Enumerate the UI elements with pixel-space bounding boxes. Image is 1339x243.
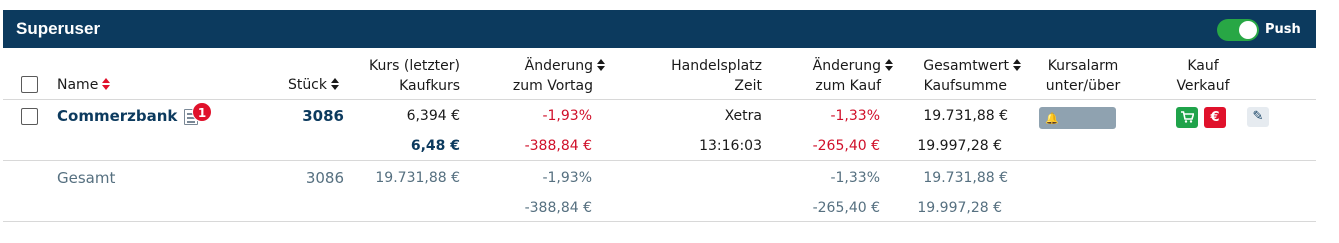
total-stueck: 3086: [305, 169, 344, 187]
row-aenderung-kauf-abs: -265,40 €: [812, 138, 880, 154]
panel-title: Superuser: [16, 19, 101, 38]
table-bottom-divider: [3, 221, 1316, 222]
kursalarm-button-label: einstellen: [1045, 133, 1114, 149]
news-count-badge: 1: [192, 102, 212, 122]
total-kurs: 19.731,88 €: [375, 170, 460, 186]
column-header-kurs-line2: Kaufkurs: [399, 78, 460, 94]
row-divider: [3, 160, 1316, 161]
kursalarm-button[interactable]: 🔔 einstellen: [1039, 107, 1116, 149]
row-kaufkurs: 6,48 €: [410, 138, 460, 154]
header-divider: [3, 99, 1316, 100]
column-header-handelsplatz-line2: Zeit: [734, 78, 762, 94]
row-kaufsumme: 19.997,28 €: [917, 138, 1002, 154]
total-aenderung-kauf-pct: -1,33%: [830, 170, 880, 186]
column-header-kauf-line2: Verkauf: [1176, 78, 1230, 94]
push-toggle[interactable]: [1217, 19, 1259, 41]
total-aenderung-vortag-pct: -1,93%: [542, 170, 592, 186]
sort-icon: [885, 58, 894, 72]
bell-icon: 🔔: [1045, 112, 1059, 125]
column-header-handelsplatz-line1: Handelsplatz: [671, 58, 762, 74]
total-label: Gesamt: [57, 169, 116, 187]
stock-name-link[interactable]: Commerzbank: [57, 106, 177, 126]
row-aenderung-vortag-abs: -388,84 €: [524, 138, 592, 154]
euro-icon: €: [1210, 110, 1220, 125]
total-gesamtwert: 19.731,88 €: [923, 170, 1008, 186]
panel-header: Superuser Push: [3, 10, 1316, 48]
edit-button[interactable]: ✎: [1247, 107, 1269, 127]
pencil-icon: ✎: [1252, 109, 1264, 124]
row-handelsplatz: Xetra: [724, 108, 762, 124]
total-aenderung-kauf-abs: -265,40 €: [812, 200, 880, 216]
column-header-aenderung-vortag-line2: zum Vortag: [512, 78, 593, 94]
column-header-name[interactable]: Name: [57, 75, 111, 95]
column-header-kurs: Kurs (letzter) Kaufkurs: [340, 56, 460, 96]
total-aenderung-vortag-abs: -388,84 €: [524, 200, 592, 216]
column-header-aenderung-kauf-line2: zum Kauf: [815, 78, 881, 94]
column-header-aenderung-kauf[interactable]: Änderung zum Kauf: [780, 56, 894, 96]
row-stueck: 3086: [302, 107, 344, 125]
row-aenderung-kauf-pct: -1,33%: [830, 108, 880, 124]
column-header-aenderung-vortag[interactable]: Änderung zum Vortag: [480, 56, 606, 96]
toggle-knob: [1239, 21, 1257, 39]
select-all-checkbox[interactable]: [21, 76, 38, 93]
column-header-kursalarm: Kursalarm unter/über: [1040, 56, 1126, 96]
column-header-gesamtwert[interactable]: Gesamtwert Kaufsumme: [900, 56, 1022, 96]
push-label: Push: [1265, 22, 1301, 37]
column-header-kauf-verkauf: Kauf Verkauf: [1166, 56, 1240, 96]
sell-button[interactable]: €: [1204, 107, 1226, 128]
column-header-handelsplatz: Handelsplatz Zeit: [640, 56, 762, 96]
column-header-kurs-line1: Kurs (letzter): [369, 58, 460, 74]
column-header-name-label: Name: [57, 77, 99, 93]
sort-icon: [102, 77, 111, 91]
column-header-kauf-line1: Kauf: [1187, 58, 1219, 74]
column-header-kursalarm-line2: unter/über: [1045, 78, 1121, 94]
column-header-kursalarm-line1: Kursalarm: [1047, 58, 1119, 74]
column-header-aenderung-vortag-line1: Änderung: [524, 58, 593, 74]
row-aenderung-vortag-pct: -1,93%: [542, 108, 592, 124]
cart-icon: [1180, 111, 1195, 123]
column-header-stueck[interactable]: Stück: [270, 75, 340, 95]
row-zeit: 13:16:03: [699, 138, 762, 154]
column-header-gesamtwert-line2: Kaufsumme: [923, 78, 1007, 94]
sort-icon: [597, 58, 606, 72]
column-header-gesamtwert-line1: Gesamtwert: [923, 58, 1009, 74]
row-gesamtwert: 19.731,88 €: [923, 108, 1008, 124]
row-checkbox[interactable]: [21, 108, 38, 125]
row-kurs: 6,394 €: [406, 108, 460, 124]
sort-icon: [331, 77, 340, 91]
sort-icon: [1013, 58, 1022, 72]
buy-button[interactable]: [1176, 107, 1198, 128]
column-header-aenderung-kauf-line1: Änderung: [812, 58, 881, 74]
column-header-stueck-label: Stück: [287, 77, 327, 93]
total-kaufsumme: 19.997,28 €: [917, 200, 1002, 216]
